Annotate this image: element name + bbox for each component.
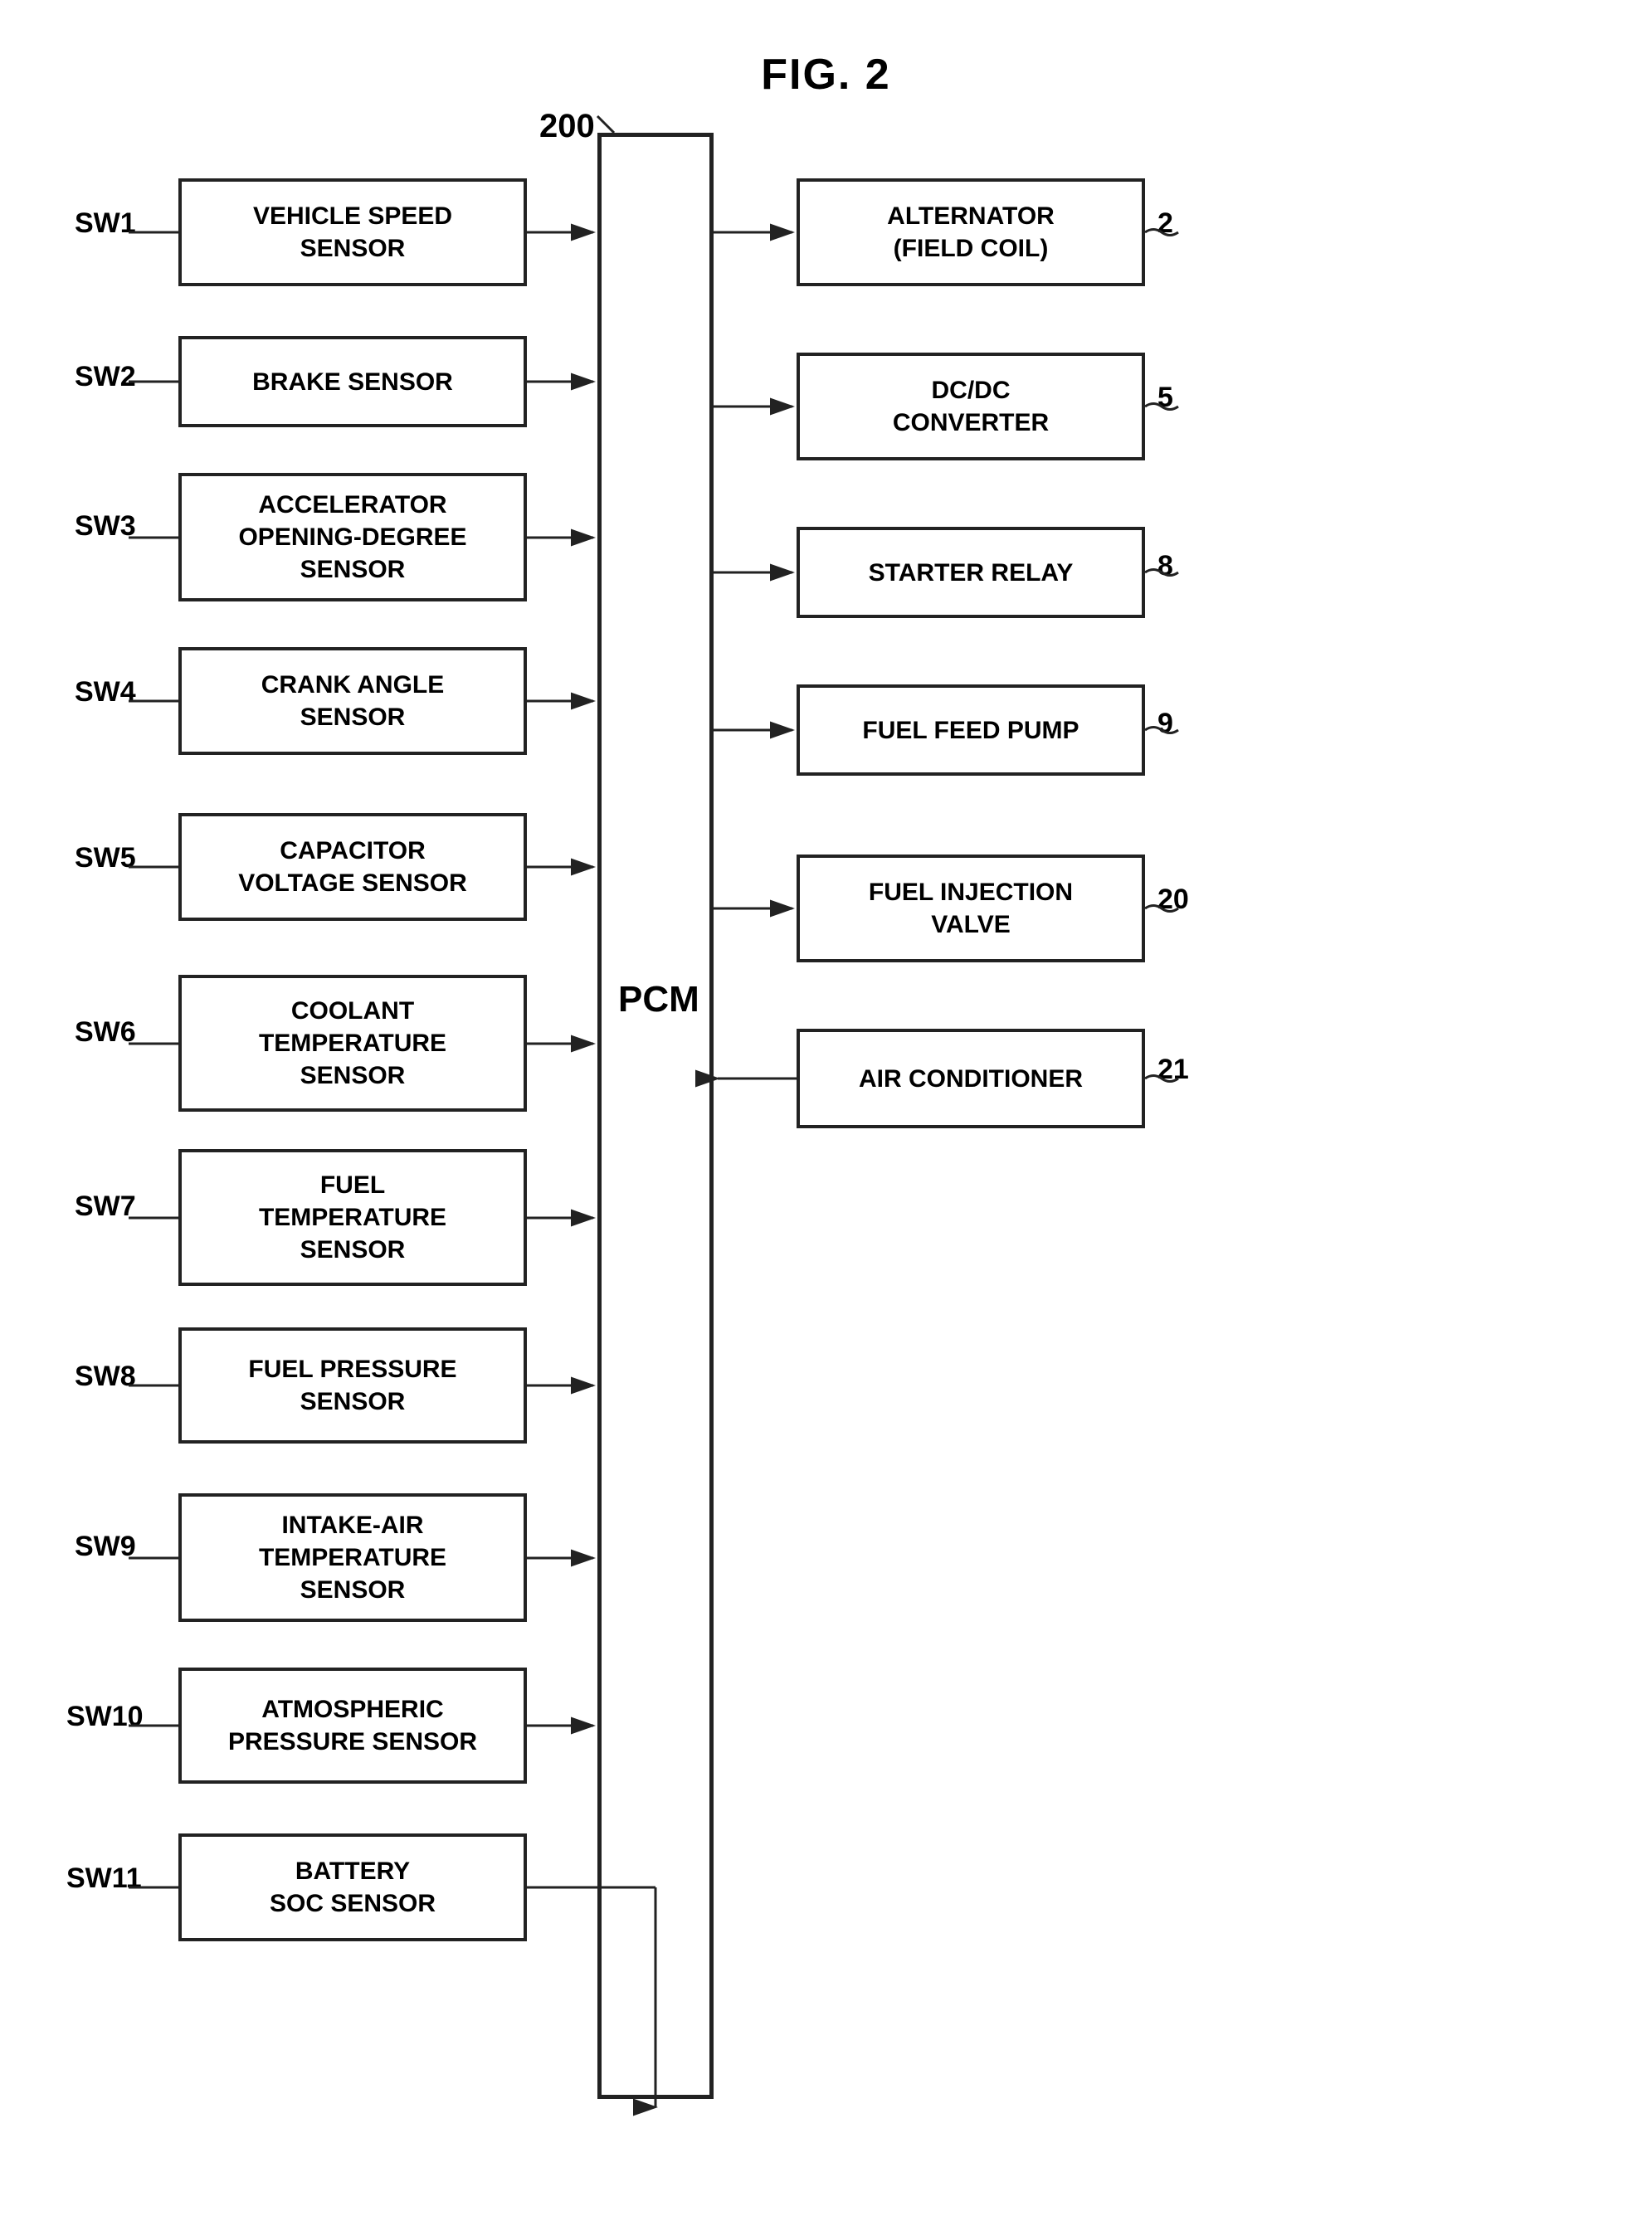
fig-title: FIG. 2 — [0, 0, 1652, 100]
block-dcdc-converter: DC/DCCONVERTER — [797, 353, 1145, 460]
ref-label-5: 5 — [1157, 382, 1173, 414]
pcm-ref-label: 200 — [539, 108, 595, 145]
block-brake-sensor: BRAKE SENSOR — [178, 336, 527, 427]
block-capacitor-voltage-sensor: CAPACITORVOLTAGE SENSOR — [178, 813, 527, 921]
sw-label-9: SW9 — [75, 1531, 136, 1563]
block-alternator: ALTERNATOR(FIELD COIL) — [797, 178, 1145, 286]
sw-label-11: SW11 — [66, 1862, 142, 1895]
sw-label-4: SW4 — [75, 676, 136, 708]
ref-label-2: 2 — [1157, 207, 1173, 240]
block-fuel-injection-valve: FUEL INJECTIONVALVE — [797, 855, 1145, 962]
pcm-label: PCM — [618, 979, 699, 1020]
ref-label-8: 8 — [1157, 550, 1173, 582]
sw-label-2: SW2 — [75, 361, 136, 393]
sw-label-6: SW6 — [75, 1016, 136, 1049]
sw-label-1: SW1 — [75, 207, 136, 240]
ref-label-20: 20 — [1157, 884, 1189, 916]
sw-label-8: SW8 — [75, 1361, 136, 1393]
block-intake-air-temp-sensor: INTAKE-AIRTEMPERATURESENSOR — [178, 1493, 527, 1622]
block-atmospheric-pressure-sensor: ATMOSPHERICPRESSURE SENSOR — [178, 1668, 527, 1784]
sw-label-10: SW10 — [66, 1701, 144, 1733]
sw-label-3: SW3 — [75, 510, 136, 543]
block-crank-angle-sensor: CRANK ANGLESENSOR — [178, 647, 527, 755]
sw-label-7: SW7 — [75, 1191, 136, 1223]
block-starter-relay: STARTER RELAY — [797, 527, 1145, 618]
block-battery-soc-sensor: BATTERYSOC SENSOR — [178, 1833, 527, 1941]
block-accelerator-sensor: ACCELERATOROPENING-DEGREESENSOR — [178, 473, 527, 601]
pcm-box — [597, 133, 714, 2099]
block-coolant-temp-sensor: COOLANTTEMPERATURESENSOR — [178, 975, 527, 1112]
block-fuel-feed-pump: FUEL FEED PUMP — [797, 684, 1145, 776]
block-vehicle-speed-sensor: VEHICLE SPEEDSENSOR — [178, 178, 527, 286]
ref-label-9: 9 — [1157, 708, 1173, 740]
diagram: 200 PCM SW1 VEHICLE SPEEDSENSOR SW2 BRAK… — [50, 108, 1602, 2185]
ref-label-21: 21 — [1157, 1054, 1189, 1086]
block-air-conditioner: AIR CONDITIONER — [797, 1029, 1145, 1128]
block-fuel-temp-sensor: FUELTEMPERATURESENSOR — [178, 1149, 527, 1286]
block-fuel-pressure-sensor: FUEL PRESSURESENSOR — [178, 1327, 527, 1444]
sw-label-5: SW5 — [75, 842, 136, 874]
page: { "title": "FIG. 2", "pcm_label": "PCM",… — [0, 0, 1652, 2235]
